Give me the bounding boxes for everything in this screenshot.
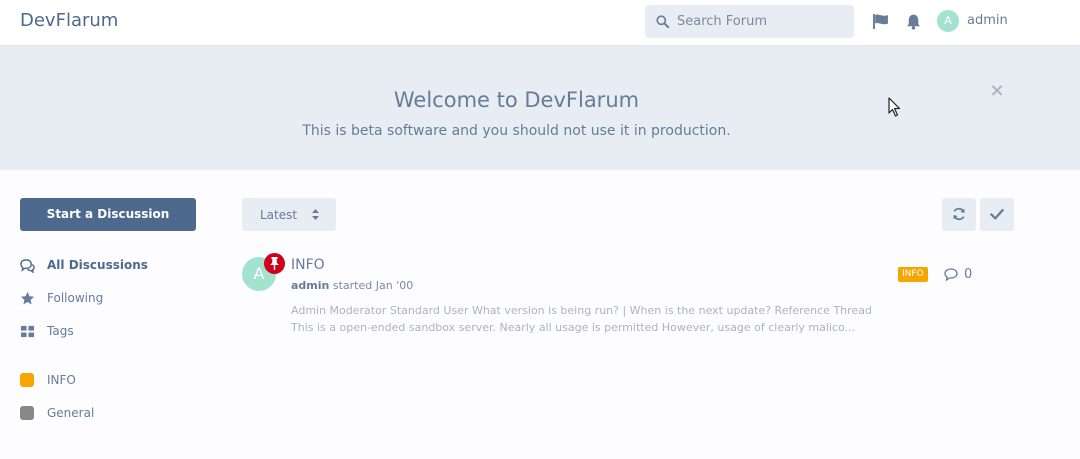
mark-all-read-button[interactable] xyxy=(980,198,1014,231)
notifications-bell-icon[interactable] xyxy=(905,13,922,30)
tags-grid-icon xyxy=(20,325,35,338)
sidebar-item-label: Following xyxy=(47,291,104,305)
search-icon xyxy=(656,15,669,28)
star-icon xyxy=(20,291,35,305)
discussion-author[interactable]: admin xyxy=(291,279,329,292)
welcome-hero: Welcome to DevFlarum This is beta softwa… xyxy=(0,46,1080,170)
sidebar-item-label: Tags xyxy=(47,324,74,338)
check-icon xyxy=(990,208,1004,220)
hero-title: Welcome to DevFlarum xyxy=(393,88,640,112)
user-avatar[interactable]: A xyxy=(937,10,959,32)
comments-icon xyxy=(20,259,35,273)
search-box[interactable] xyxy=(645,5,854,38)
sort-caret-icon xyxy=(312,209,319,220)
refresh-button[interactable] xyxy=(942,198,976,231)
sidebar-tag-label: INFO xyxy=(47,373,76,387)
sidebar-tag-label: General xyxy=(47,406,95,420)
discussion-title[interactable]: INFO xyxy=(291,257,325,273)
user-menu-name[interactable]: admin xyxy=(967,13,1008,28)
reply-count-value: 0 xyxy=(964,267,973,282)
search-input[interactable] xyxy=(677,5,847,38)
reply-count: 0 xyxy=(944,267,984,283)
pinned-badge xyxy=(264,253,285,274)
flag-icon[interactable] xyxy=(872,13,889,30)
thumbtack-icon xyxy=(270,257,279,270)
tag-color-swatch xyxy=(20,406,34,420)
sort-dropdown[interactable]: Latest xyxy=(242,198,336,231)
refresh-icon xyxy=(953,207,965,221)
discussion-tag-badge[interactable]: INFO xyxy=(898,267,928,282)
discussion-meta: admin started Jan '00 xyxy=(291,279,413,292)
discussion-excerpt: Admin Moderator Standard User What versi… xyxy=(291,304,872,334)
forum-brand[interactable]: DevFlarum xyxy=(20,10,118,31)
start-discussion-button[interactable]: Start a Discussion xyxy=(20,198,196,231)
sidebar-item-label: All Discussions xyxy=(47,258,148,272)
comment-icon xyxy=(944,268,958,281)
mouse-cursor-icon xyxy=(888,97,901,117)
sort-label: Latest xyxy=(260,208,298,222)
discussion-list-item[interactable]: A INFO admin started Jan '00 Admin Moder… xyxy=(242,250,1022,345)
close-icon[interactable]: × xyxy=(988,82,1006,100)
hero-subtitle: This is beta software and you should not… xyxy=(302,123,731,139)
discussion-started: started Jan '00 xyxy=(332,279,414,292)
tag-color-swatch xyxy=(20,373,34,387)
header: DevFlarum A admin xyxy=(0,0,1080,46)
